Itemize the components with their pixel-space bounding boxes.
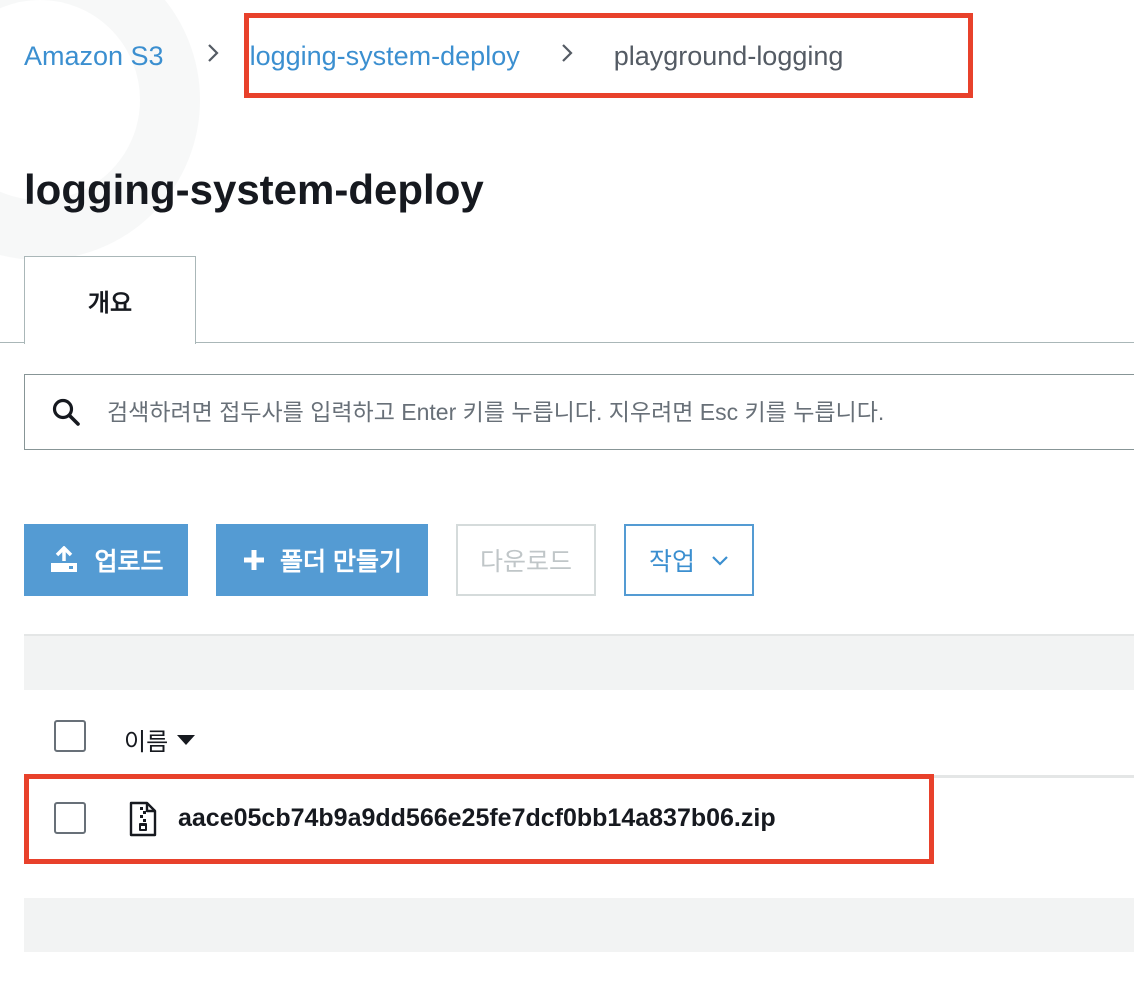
download-button[interactable]: 다운로드 bbox=[456, 524, 596, 596]
page-title: logging-system-deploy bbox=[24, 166, 484, 213]
sort-descending-icon bbox=[176, 734, 196, 746]
select-all-checkbox[interactable] bbox=[54, 720, 86, 752]
column-header-name-label: 이름 bbox=[124, 729, 169, 756]
upload-icon bbox=[48, 546, 80, 574]
plus-icon bbox=[242, 548, 266, 572]
create-folder-button[interactable]: 폴더 만들기 bbox=[216, 524, 428, 596]
search-icon bbox=[52, 398, 80, 426]
breadcrumb-highlight-box bbox=[244, 13, 973, 98]
create-folder-button-label: 폴더 만들기 bbox=[280, 548, 402, 576]
actions-button-label: 작업 bbox=[648, 548, 695, 576]
chevron-down-icon bbox=[711, 554, 729, 566]
table-footer-band bbox=[24, 898, 1134, 952]
download-button-label: 다운로드 bbox=[479, 548, 572, 576]
search-bar bbox=[24, 374, 1134, 450]
upload-button[interactable]: 업로드 bbox=[24, 524, 188, 596]
column-header-name[interactable]: 이름 bbox=[124, 722, 196, 757]
actions-dropdown-button[interactable]: 작업 bbox=[624, 524, 754, 596]
breadcrumb-root-link[interactable]: Amazon S3 bbox=[24, 41, 164, 72]
file-row-highlight-box bbox=[24, 774, 934, 864]
chevron-right-icon bbox=[206, 42, 220, 71]
search-input[interactable] bbox=[107, 398, 1067, 426]
upload-button-label: 업로드 bbox=[94, 548, 164, 576]
tab-overview[interactable]: 개요 bbox=[24, 256, 196, 344]
table-toolbar-band bbox=[24, 634, 1134, 690]
s3-console-page: Amazon S3 logging-system-deploy playgrou… bbox=[0, 0, 1134, 992]
